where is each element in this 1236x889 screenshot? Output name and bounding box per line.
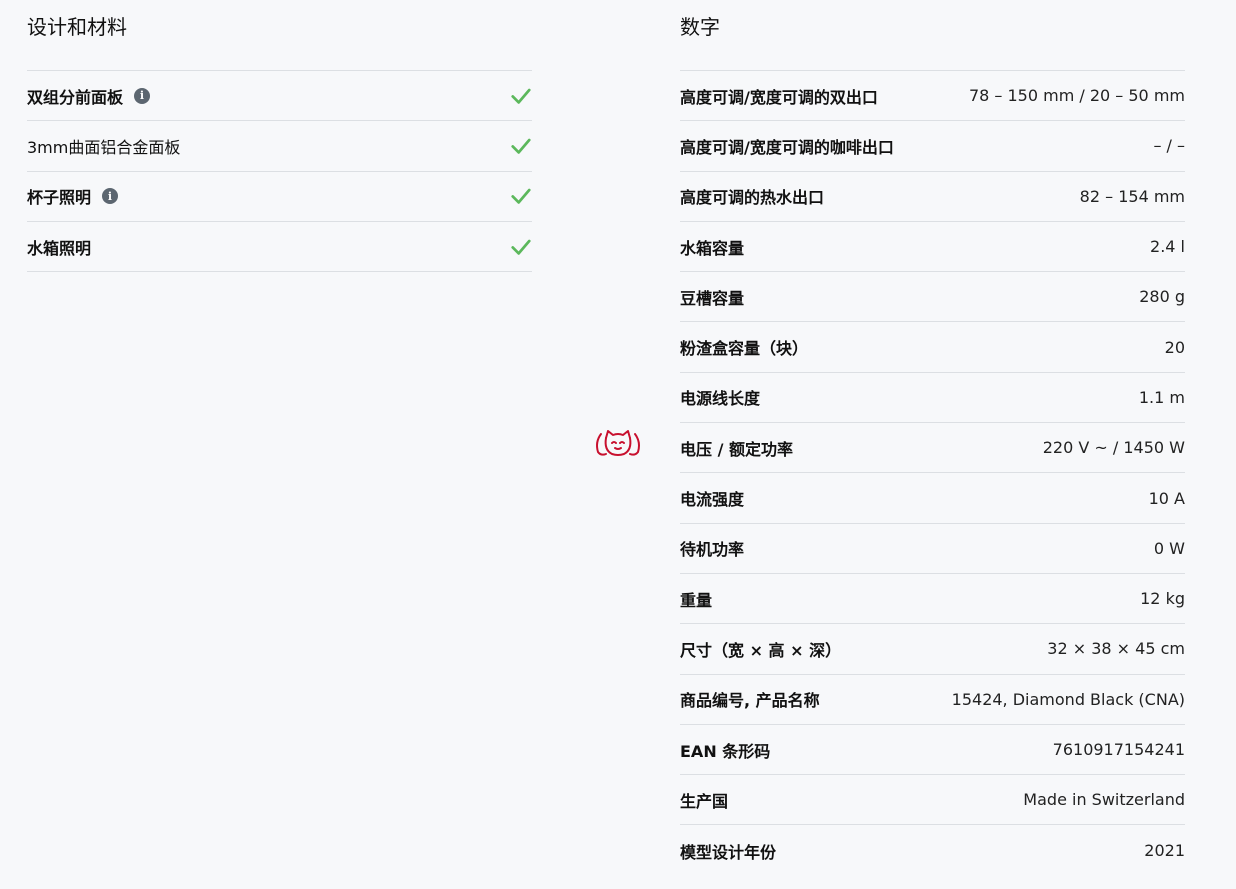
- feature-label-text: 杯子照明: [27, 188, 92, 208]
- table-row: 豆槽容量 280 g: [680, 272, 1185, 323]
- spec-label: 待机功率: [680, 540, 745, 560]
- spec-value: 1.1 m: [1138, 387, 1185, 407]
- spec-value: 32 × 38 × 45 cm: [1047, 639, 1185, 659]
- table-row: 电压 / 额定功率 220 V ~ / 1450 W: [680, 423, 1185, 474]
- check-icon: [511, 188, 531, 205]
- spec-value: Made in Switzerland: [1023, 790, 1185, 810]
- cat-mascot-icon: [596, 430, 640, 456]
- table-row: 水箱容量 2.4 l: [680, 222, 1185, 273]
- table-row: EAN 条形码 7610917154241: [680, 725, 1185, 776]
- list-item: 3mm曲面铝合金面板: [27, 121, 532, 172]
- spec-value: 2021: [1144, 841, 1185, 861]
- list-item: 水箱照明: [27, 222, 532, 273]
- spec-value: 78 – 150 mm / 20 – 50 mm: [968, 86, 1185, 106]
- spec-label: 粉渣盒容量（块）: [680, 339, 809, 359]
- check-icon: [511, 138, 531, 154]
- feature-label: 双组分前面板 i: [27, 84, 151, 108]
- check-icon: [511, 239, 531, 255]
- section-title-design: 设计和材料: [27, 15, 127, 39]
- spec-value: 0 W: [1153, 538, 1185, 558]
- table-row: 粉渣盒容量（块） 20: [680, 322, 1185, 373]
- spec-label: 模型设计年份: [680, 842, 777, 862]
- spec-label: 尺寸（宽 × 高 × 深）: [680, 640, 842, 660]
- spec-value: 82 – 154 mm: [1079, 186, 1185, 206]
- check-icon: [511, 88, 531, 104]
- spec-label: 电流强度: [680, 490, 745, 510]
- spec-value: 20: [1164, 337, 1185, 357]
- section-title-numbers: 数字: [680, 15, 720, 39]
- table-row: 高度可调/宽度可调的双出口 78 – 150 mm / 20 – 50 mm: [680, 71, 1185, 122]
- spec-label: 生产国: [680, 791, 729, 811]
- design-list: 双组分前面板 i 3mm曲面铝合金面板 杯子照明 i 水箱照明: [27, 70, 532, 273]
- table-row: 待机功率 0 W: [680, 524, 1185, 574]
- spec-value: 2.4 l: [1150, 237, 1185, 257]
- table-row: 模型设计年份 2021: [680, 825, 1185, 875]
- spec-value: 280 g: [1139, 287, 1185, 307]
- spec-label: 重量: [680, 590, 713, 610]
- table-row: 高度可调/宽度可调的咖啡出口 – / –: [680, 121, 1185, 172]
- feature-label: 杯子照明 i: [27, 184, 119, 208]
- spec-value: – / –: [1153, 136, 1185, 156]
- info-icon[interactable]: i: [102, 188, 119, 205]
- info-icon[interactable]: i: [134, 87, 151, 104]
- feature-label: 3mm曲面铝合金面板: [27, 134, 180, 158]
- list-item: 杯子照明 i: [27, 172, 532, 222]
- spec-label: 电源线长度: [680, 389, 761, 409]
- spec-label: 高度可调/宽度可调的双出口: [680, 87, 878, 107]
- table-row: 生产国 Made in Switzerland: [680, 775, 1185, 826]
- spec-value: 15424, Diamond Black (CNA): [951, 689, 1185, 709]
- table-row: 电源线长度 1.1 m: [680, 373, 1185, 424]
- spec-label: 高度可调/宽度可调的咖啡出口: [680, 137, 894, 157]
- feature-label-text: 双组分前面板: [27, 87, 124, 107]
- table-row: 电流强度 10 A: [680, 473, 1185, 524]
- spec-label: 电压 / 额定功率: [680, 439, 793, 459]
- spec-label: 高度可调的热水出口: [680, 188, 825, 208]
- table-row: 尺寸（宽 × 高 × 深） 32 × 38 × 45 cm: [680, 624, 1185, 675]
- table-row: 重量 12 kg: [680, 574, 1185, 625]
- feature-label-text: 3mm曲面铝合金面板: [27, 137, 181, 157]
- table-row: 商品编号, 产品名称 15424, Diamond Black (CNA): [680, 675, 1185, 725]
- spec-label: 商品编号, 产品名称: [680, 691, 820, 711]
- table-row: 高度可调的热水出口 82 – 154 mm: [680, 172, 1185, 222]
- list-item: 双组分前面板 i: [27, 71, 532, 122]
- spec-value: 220 V ~ / 1450 W: [1042, 438, 1185, 458]
- spec-label: 豆槽容量: [680, 288, 745, 308]
- spec-label: EAN 条形码: [680, 741, 771, 761]
- spec-value: 12 kg: [1140, 589, 1185, 609]
- specs-table: 高度可调/宽度可调的双出口 78 – 150 mm / 20 – 50 mm 高度…: [680, 70, 1185, 876]
- spec-value: 10 A: [1148, 488, 1185, 508]
- spec-value: 7610917154241: [1052, 740, 1185, 759]
- feature-label: 水箱照明: [27, 235, 91, 259]
- spec-label: 水箱容量: [680, 238, 745, 258]
- feature-label-text: 水箱照明: [27, 238, 92, 258]
